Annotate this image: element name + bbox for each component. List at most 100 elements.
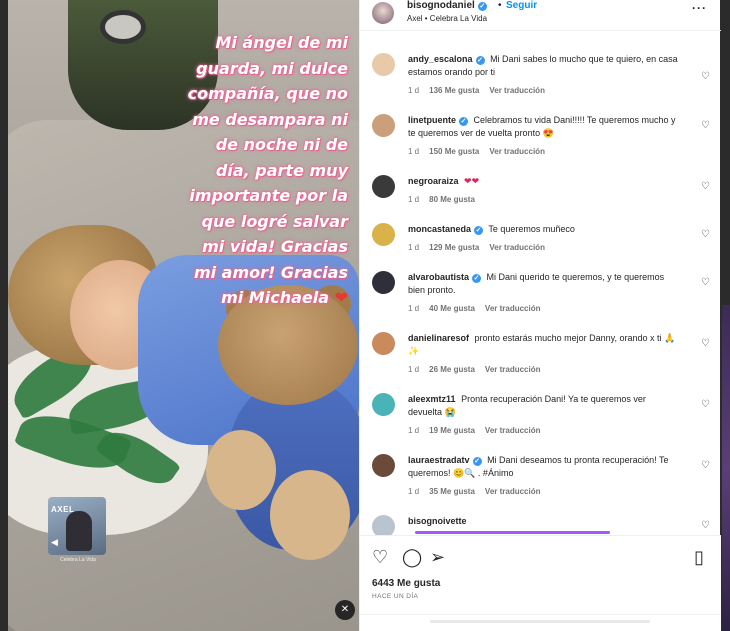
comment-username[interactable]: linetpuente ✓ [408,115,469,126]
comment-avatar[interactable] [372,271,395,294]
translate-link[interactable]: Ver traducción [485,426,541,435]
comment-body: andy_escalona ✓ Mi Dani sabes lo mucho qu… [408,53,678,79]
comment-body: alvarobautista ✓ Mi Dani querido te quere… [408,271,678,297]
comments-scroll-indicator [415,531,610,534]
comment-avatar[interactable] [372,223,395,246]
comment-avatar[interactable] [372,332,395,355]
comment-avatar[interactable] [372,175,395,198]
translate-link[interactable]: Ver traducción [489,243,545,252]
comment-meta: 1 d 19 Me gusta Ver traducción [408,426,551,435]
share-icon[interactable]: ➢ [430,548,445,566]
comment-icon[interactable]: ◯ [402,548,422,566]
comments-list[interactable]: andy_escalona ✓ Mi Dani sabes lo mucho qu… [360,40,721,540]
comment-meta: 1 d 40 Me gusta Ver traducción [408,304,551,313]
comment-like-heart-icon[interactable]: ♡ [701,277,710,288]
translate-link[interactable]: Ver traducción [489,86,545,95]
author-username[interactable]: bisognodaniel ✓ [407,0,487,11]
comment-like-heart-icon[interactable]: ♡ [701,338,710,349]
comment-likes[interactable]: 19 Me gusta [429,426,475,435]
comment-body: moncastaneda ✓ Te queremos muñeco [408,223,678,236]
comment-likes[interactable]: 40 Me gusta [429,304,475,313]
backdrop-left [0,0,8,631]
add-comment-bar[interactable] [360,614,721,631]
music-album-cover[interactable]: AXEL ◀︎ [48,497,106,555]
bookmark-icon[interactable]: ▯ [694,548,704,566]
post-date: HACE UN DÍA [372,593,419,600]
translate-link[interactable]: Ver traducción [485,304,541,313]
comment-likes[interactable]: 35 Me gusta [429,487,475,496]
comment-avatar[interactable] [372,114,395,137]
comment-avatar[interactable] [372,53,395,76]
comment-body: negroaraiza ❤❤ [408,175,678,188]
verified-badge-icon: ✓ [459,117,469,126]
author-avatar[interactable] [372,2,394,24]
speaker-icon: ◀︎ [51,537,58,547]
separator-dot: • [498,0,502,11]
comment-like-heart-icon[interactable]: ♡ [701,120,710,131]
comment-like-heart-icon[interactable]: ♡ [701,229,710,240]
comment-meta: 1 d 150 Me gusta Ver traducción [408,147,555,156]
backdrop-right [720,0,730,631]
comment-username[interactable]: danielinaresof [408,333,469,343]
comment-likes[interactable]: 129 Me gusta [429,243,479,252]
comment-like-heart-icon[interactable]: ♡ [701,181,710,192]
post-media[interactable]: Mi ángel de mi guarda, mi dulce compañía… [8,0,359,631]
comment-body: aleexmtz11 Pronta recuperación Dani! Ya … [408,393,678,419]
comment-meta: 1 d 26 Me gusta Ver traducción [408,365,551,374]
heart-icon[interactable]: ♡ [372,548,388,566]
comment-body: bisognoivette [408,515,678,528]
comment-like-heart-icon[interactable]: ♡ [701,71,710,82]
story-overlay-text: Mi ángel de mi guarda, mi dulce compañía… [178,30,348,311]
comment-text: ❤❤ [464,176,480,186]
comment-body: lauraestradatv ✓ Mi Dani deseamos tu pron… [408,454,678,480]
more-options-button[interactable]: ··· [692,1,707,15]
add-comment-placeholder [430,620,650,623]
post-header: bisognodaniel ✓ • Seguir Axel • Celebra L… [360,0,721,31]
verified-badge-icon: ✓ [472,274,482,283]
translate-link[interactable]: Ver traducción [485,487,541,496]
comment-time: 1 d [408,195,420,204]
translate-link[interactable]: Ver traducción [485,365,541,374]
author-username-text: bisognodaniel [407,0,475,11]
comment-time: 1 d [408,487,420,496]
album-caption: Celebra La Vida [60,557,96,563]
comment-username[interactable]: alvarobautista ✓ [408,272,482,283]
comment-username[interactable]: negroaraiza [408,176,459,186]
comment-time: 1 d [408,243,420,252]
comment-time: 1 d [408,86,420,95]
comment-meta: 1 d 129 Me gusta Ver traducción [408,243,555,252]
verified-badge-icon: ✓ [472,457,482,466]
comment-likes[interactable]: 26 Me gusta [429,365,475,374]
comment-avatar[interactable] [372,393,395,416]
comment-likes[interactable]: 150 Me gusta [429,147,479,156]
comment-time: 1 d [408,426,420,435]
photo-minion-eye [100,10,146,44]
comment-likes[interactable]: 136 Me gusta [429,86,479,95]
comment-time: 1 d [408,304,420,313]
comment-username[interactable]: bisognoivette [408,516,467,526]
photo-bear-foot [270,470,350,560]
verified-badge-icon: ✓ [477,2,487,11]
post-side-panel: bisognodaniel ✓ • Seguir Axel • Celebra L… [359,0,721,631]
instagram-post-modal: Mi ángel de mi guarda, mi dulce compañía… [0,0,730,631]
comment-like-heart-icon[interactable]: ♡ [701,399,710,410]
post-actions: ♡ ◯ ➢ ▯ 6443 Me gusta HACE UN DÍA [360,535,721,631]
audio-link[interactable]: Axel • Celebra La Vida [407,14,487,23]
mute-button[interactable]: ✕ [335,600,355,620]
comment-time: 1 d [408,147,420,156]
comment-username[interactable]: andy_escalona ✓ [408,54,485,65]
album-artist-figure [66,511,92,551]
backdrop-next-post-peek [722,305,730,631]
translate-link[interactable]: Ver traducción [489,147,545,156]
comment-username[interactable]: aleexmtz11 [408,394,456,404]
comment-avatar[interactable] [372,454,395,477]
comment-username[interactable]: moncastaneda ✓ [408,224,484,235]
comment-like-heart-icon[interactable]: ♡ [701,520,710,531]
comment-username[interactable]: lauraestradatv ✓ [408,455,482,466]
verified-badge-icon: ✓ [475,56,485,65]
likes-count[interactable]: 6443 Me gusta [372,578,440,589]
story-text-body: Mi ángel de mi guarda, mi dulce compañía… [187,33,348,307]
comment-like-heart-icon[interactable]: ♡ [701,460,710,471]
follow-button[interactable]: Seguir [506,0,537,11]
comment-likes[interactable]: 80 Me gusta [429,195,475,204]
